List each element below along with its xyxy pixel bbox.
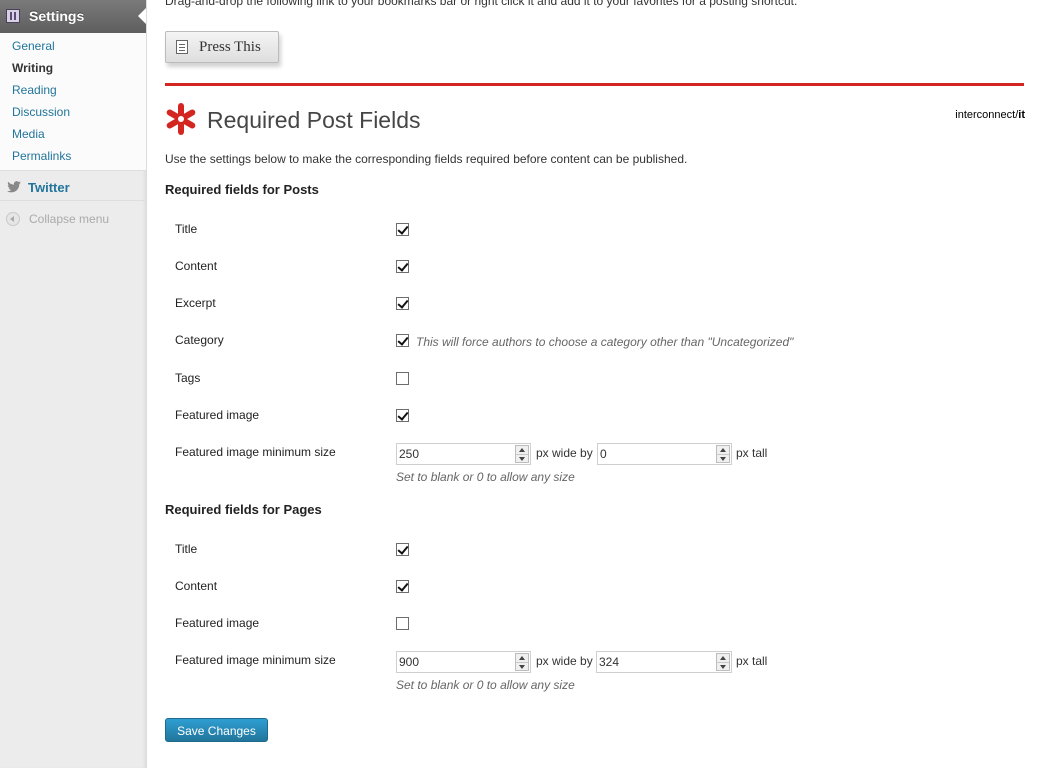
post-field-label-featured-image: Featured image bbox=[175, 408, 260, 422]
posts-section-heading: Required fields for Posts bbox=[165, 182, 319, 197]
post-min-size-hint: Set to blank or 0 to allow any size bbox=[396, 470, 575, 484]
post-min-width-input[interactable]: 250 bbox=[396, 443, 531, 465]
sidebar-item-writing[interactable]: Writing bbox=[12, 61, 53, 75]
page-min-width-stepper[interactable] bbox=[515, 653, 529, 671]
post-min-height-stepper[interactable] bbox=[716, 445, 730, 463]
post-field-label-excerpt: Excerpt bbox=[175, 296, 216, 310]
press-this-instructions: Drag-and-drop the following link to your… bbox=[165, 0, 798, 8]
page-min-width-input[interactable]: 900 bbox=[396, 651, 531, 673]
post-px-tall-text: px tall bbox=[736, 446, 768, 460]
post-field-label-content: Content bbox=[175, 259, 218, 273]
press-this-bookmarklet[interactable]: Press This bbox=[165, 31, 279, 63]
page-title: Required Post Fields bbox=[207, 107, 421, 133]
page-content-checkbox[interactable] bbox=[396, 580, 409, 593]
page-min-height-input[interactable]: 324 bbox=[596, 651, 732, 673]
post-field-label-tags: Tags bbox=[175, 371, 201, 385]
post-category-checkbox[interactable] bbox=[396, 334, 409, 347]
page-field-label-title: Title bbox=[175, 542, 198, 556]
intro-text: Use the settings below to make the corre… bbox=[165, 152, 688, 166]
post-tags-checkbox[interactable] bbox=[396, 372, 409, 385]
post-excerpt-checkbox[interactable] bbox=[396, 297, 409, 310]
asterisk-icon bbox=[166, 103, 196, 135]
collapse-arrow-icon bbox=[6, 212, 20, 226]
document-icon bbox=[176, 40, 188, 54]
post-min-size-label: Featured image minimum size bbox=[175, 445, 336, 459]
brand-suffix: it bbox=[1018, 109, 1025, 121]
page-field-label-content: Content bbox=[175, 579, 218, 593]
page-min-size-hint: Set to blank or 0 to allow any size bbox=[396, 678, 575, 692]
page-title-checkbox[interactable] bbox=[396, 543, 409, 556]
page-featured-image-checkbox[interactable] bbox=[396, 617, 409, 630]
press-this-label: Press This bbox=[199, 39, 261, 55]
pages-section-heading: Required fields for Pages bbox=[165, 502, 322, 517]
section-divider bbox=[165, 83, 1024, 86]
post-featured-image-checkbox[interactable] bbox=[396, 409, 409, 422]
save-changes-button[interactable]: Save Changes bbox=[165, 718, 268, 742]
settings-icon bbox=[6, 9, 20, 23]
category-hint: This will force authors to choose a cate… bbox=[416, 335, 794, 349]
post-title-checkbox[interactable] bbox=[396, 223, 409, 236]
sidebar-item-permalinks[interactable]: Permalinks bbox=[12, 149, 71, 163]
post-wide-by-text: px wide by bbox=[536, 446, 593, 460]
post-min-height-input[interactable]: 0 bbox=[597, 443, 732, 465]
page-min-size-label: Featured image minimum size bbox=[175, 653, 336, 667]
settings-submenu: General Writing Reading Discussion Media… bbox=[0, 33, 146, 171]
brand-logo: interconnect/it bbox=[955, 109, 1025, 121]
sidebar-item-twitter-label: Twitter bbox=[28, 180, 70, 195]
post-field-label-category: Category bbox=[175, 333, 224, 347]
sidebar-item-twitter[interactable]: Twitter bbox=[0, 174, 146, 201]
post-field-label-title: Title bbox=[175, 222, 198, 236]
sidebar-item-reading[interactable]: Reading bbox=[12, 83, 57, 97]
sidebar-item-media[interactable]: Media bbox=[12, 127, 45, 141]
post-content-checkbox[interactable] bbox=[396, 260, 409, 273]
page-min-height-stepper[interactable] bbox=[716, 653, 730, 671]
post-min-width-stepper[interactable] bbox=[515, 445, 529, 463]
page-px-tall-text: px tall bbox=[736, 654, 768, 668]
settings-menu-label: Settings bbox=[29, 8, 85, 24]
admin-sidebar: Settings General Writing Reading Discuss… bbox=[0, 0, 147, 768]
brand-prefix: interconnect/ bbox=[955, 109, 1019, 121]
settings-menu-header[interactable]: Settings bbox=[0, 0, 146, 33]
collapse-menu-label: Collapse menu bbox=[29, 212, 110, 226]
main-content: Drag-and-drop the following link to your… bbox=[165, 0, 1025, 768]
current-menu-arrow-icon bbox=[138, 8, 146, 24]
page-wide-by-text: px wide by bbox=[536, 654, 593, 668]
sidebar-item-general[interactable]: General bbox=[12, 39, 55, 53]
page-field-label-featured-image: Featured image bbox=[175, 616, 260, 630]
sidebar-item-discussion[interactable]: Discussion bbox=[12, 105, 70, 119]
twitter-icon bbox=[7, 181, 21, 193]
